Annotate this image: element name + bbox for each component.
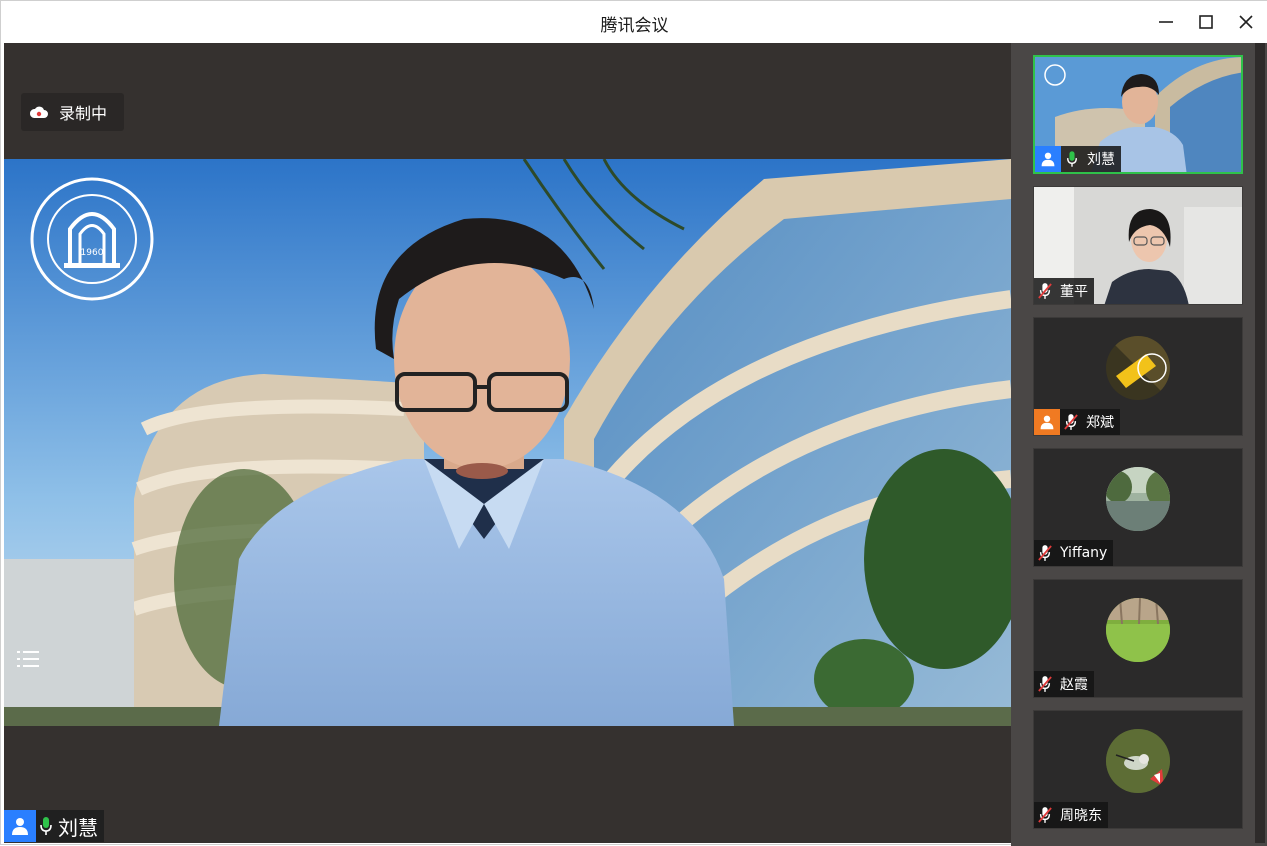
maximize-button[interactable]: [1193, 9, 1219, 35]
cohost-badge: [1034, 409, 1060, 435]
window-title: 腾讯会议: [600, 16, 669, 36]
cloud-icon: [29, 106, 48, 118]
participant-name: 赵霞: [1060, 677, 1088, 693]
participant-name: 周晓东: [1060, 808, 1102, 824]
mic-muted-indicator: [1060, 409, 1082, 435]
participant-name-tag: 董平: [1034, 278, 1094, 304]
title-bar: 腾讯会议: [1, 1, 1267, 43]
speaker-video: 1960: [4, 159, 1011, 726]
avatar: [1106, 598, 1170, 662]
host-badge: [4, 810, 36, 842]
participant-name: 郑斌: [1086, 415, 1114, 431]
list-icon: [17, 651, 39, 667]
participants-sidebar: 刘慧 董平 郑斌 Yiffany 赵霞 周晓东: [1011, 43, 1267, 846]
mic-muted-icon: [1038, 283, 1052, 299]
person-icon: [12, 818, 28, 835]
list-menu-button[interactable]: [16, 648, 40, 670]
participant-name: 董平: [1060, 284, 1088, 300]
mic-icon: [1067, 151, 1077, 167]
mic-muted-icon: [1038, 676, 1052, 692]
sidebar-scrollbar[interactable]: [1255, 43, 1265, 843]
participant-tile[interactable]: 郑斌: [1033, 317, 1243, 436]
person-icon: [1040, 415, 1054, 430]
mic-on-indicator: [36, 810, 56, 842]
logo-year: 1960: [81, 248, 104, 258]
participant-name: 刘慧: [1087, 152, 1115, 168]
avatar: [1106, 336, 1170, 400]
participant-name-tag: 郑斌: [1034, 409, 1120, 435]
host-badge: [1035, 146, 1061, 172]
mic-muted-indicator: [1034, 802, 1056, 828]
avatar-image: [1106, 729, 1170, 793]
avatar-image: [1106, 467, 1170, 531]
mic-muted-icon: [1038, 807, 1052, 823]
mic-muted-icon: [1064, 414, 1078, 430]
avatar-image: [1106, 336, 1170, 400]
mic-on-indicator: [1061, 146, 1083, 172]
minimize-icon: [1159, 21, 1173, 23]
minimize-button[interactable]: [1153, 9, 1179, 35]
close-button[interactable]: [1233, 9, 1259, 35]
participant-name-tag: 刘慧: [1035, 146, 1121, 172]
participant-tile[interactable]: 周晓东: [1033, 710, 1243, 829]
speaker-name: 刘慧: [58, 815, 98, 840]
mic-muted-indicator: [1034, 540, 1056, 566]
speaker-video-scene: 1960: [4, 159, 1011, 726]
participant-tile[interactable]: Yiffany: [1033, 448, 1243, 567]
avatar: [1106, 467, 1170, 531]
person-icon: [1041, 152, 1055, 167]
meeting-window: 腾讯会议 录制中 1960 刘慧 刘慧 董平 郑斌 Yiffany 赵霞 周晓东: [0, 0, 1267, 846]
recording-label: 录制中: [59, 104, 108, 123]
participant-tile[interactable]: 刘慧: [1033, 55, 1243, 174]
avatar: [1106, 729, 1170, 793]
maximize-icon: [1199, 15, 1213, 29]
main-video-stage[interactable]: 录制中 1960 刘慧: [4, 43, 1011, 843]
speaker-name-tag: 刘慧: [4, 810, 104, 842]
participant-name: Yiffany: [1060, 545, 1108, 561]
participant-tile[interactable]: 赵霞: [1033, 579, 1243, 698]
mic-muted-indicator: [1034, 278, 1056, 304]
avatar-image: [1106, 598, 1170, 662]
mic-muted-icon: [1038, 545, 1052, 561]
mic-icon: [40, 817, 52, 835]
close-icon: [1239, 15, 1253, 29]
participant-name-tag: 赵霞: [1034, 671, 1094, 697]
participant-tile[interactable]: 董平: [1033, 186, 1243, 305]
mic-muted-indicator: [1034, 671, 1056, 697]
recording-badge[interactable]: 录制中: [21, 93, 124, 131]
participant-name-tag: Yiffany: [1034, 540, 1114, 566]
participant-name-tag: 周晓东: [1034, 802, 1108, 828]
